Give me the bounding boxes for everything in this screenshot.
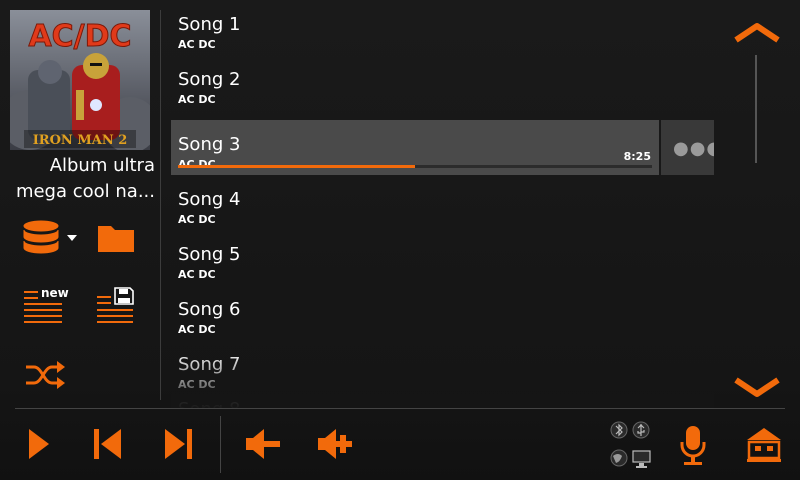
previous-track-button[interactable] bbox=[92, 426, 124, 462]
song-artist: AC DC bbox=[178, 213, 216, 226]
save-playlist-button[interactable] bbox=[95, 286, 137, 326]
usb-icon bbox=[632, 421, 650, 439]
transport-divider bbox=[220, 416, 221, 473]
song-title: Song 2 bbox=[178, 69, 241, 90]
album-name: Album ultra mega cool na... bbox=[10, 153, 155, 205]
song-title: Song 3 bbox=[178, 134, 241, 155]
previous-track-icon bbox=[94, 429, 121, 459]
album-art-subtitle: IRON MAN 2 bbox=[33, 133, 128, 148]
new-playlist-button[interactable]: new bbox=[22, 286, 70, 326]
song-row[interactable]: Song 6 AC DC bbox=[171, 285, 714, 340]
song-title: Song 1 bbox=[178, 14, 241, 35]
folder-button[interactable] bbox=[97, 222, 135, 254]
song-options-button[interactable]: ●●● bbox=[661, 120, 714, 175]
album-name-line2: mega cool na... bbox=[15, 181, 155, 202]
shuffle-button[interactable] bbox=[24, 360, 66, 390]
play-icon bbox=[29, 429, 49, 459]
new-playlist-label: new bbox=[41, 286, 69, 300]
dropdown-caret-icon bbox=[67, 235, 77, 241]
microphone-icon bbox=[680, 426, 706, 465]
shuffle-icon bbox=[26, 361, 65, 389]
volume-up-button[interactable] bbox=[316, 426, 354, 462]
scroll-down-icon bbox=[734, 377, 780, 397]
library-source-button[interactable] bbox=[22, 220, 80, 260]
left-panel-divider bbox=[160, 10, 161, 400]
song-row[interactable]: Song 1 AC DC bbox=[171, 0, 714, 55]
song-row[interactable]: Song 8 bbox=[171, 385, 714, 408]
voice-command-button[interactable] bbox=[678, 424, 708, 466]
album-art-image: AC/DC IRON MAN 2 bbox=[10, 10, 150, 150]
album-name-line1: Album ultra bbox=[49, 155, 155, 176]
song-duration: 8:25 bbox=[623, 150, 651, 163]
song-artist: AC DC bbox=[178, 323, 216, 336]
home-button[interactable] bbox=[745, 426, 783, 464]
song-title: Song 6 bbox=[178, 299, 241, 320]
scroll-up-icon bbox=[734, 23, 780, 43]
monitor-icon bbox=[632, 450, 651, 468]
bottom-bar-divider bbox=[15, 408, 785, 409]
song-title: Song 8 bbox=[178, 399, 240, 408]
connectivity-status bbox=[608, 420, 652, 470]
folder-icon bbox=[98, 226, 134, 252]
song-row[interactable]: Song 2 AC DC bbox=[171, 55, 714, 110]
next-track-button[interactable] bbox=[162, 426, 194, 462]
more-options-icon: ●●● bbox=[673, 138, 714, 159]
home-icon bbox=[747, 428, 781, 462]
song-title: Song 4 bbox=[178, 189, 241, 210]
scroll-up-button[interactable] bbox=[733, 22, 781, 46]
song-title: Song 5 bbox=[178, 244, 241, 265]
volume-up-icon bbox=[318, 429, 352, 459]
song-row-selected[interactable]: ●●● Song 3 AC DC 8:25 bbox=[171, 120, 714, 175]
song-row[interactable]: Song 4 AC DC bbox=[171, 175, 714, 230]
scroll-down-button[interactable] bbox=[733, 374, 781, 398]
song-artist: AC DC bbox=[178, 38, 216, 51]
scrollbar[interactable] bbox=[755, 55, 757, 163]
song-artist: AC DC bbox=[178, 268, 216, 281]
save-playlist-icon bbox=[97, 287, 134, 323]
album-art-title: AC/DC bbox=[28, 19, 131, 54]
bluetooth-icon bbox=[610, 421, 628, 439]
song-progress-fill bbox=[178, 165, 415, 168]
song-row[interactable]: Song 5 AC DC bbox=[171, 230, 714, 285]
song-progress-bar[interactable] bbox=[178, 165, 652, 168]
volume-down-button[interactable] bbox=[244, 426, 282, 462]
song-title: Song 7 bbox=[178, 354, 241, 375]
play-button[interactable] bbox=[26, 426, 52, 462]
song-list[interactable]: Song 1 AC DC Song 2 AC DC ●●● Song 3 AC … bbox=[171, 0, 714, 408]
next-track-icon bbox=[165, 429, 192, 459]
album-art[interactable]: AC/DC IRON MAN 2 bbox=[10, 10, 150, 150]
volume-down-icon bbox=[246, 429, 280, 459]
globe-icon bbox=[610, 449, 628, 467]
song-artist: AC DC bbox=[178, 93, 216, 106]
